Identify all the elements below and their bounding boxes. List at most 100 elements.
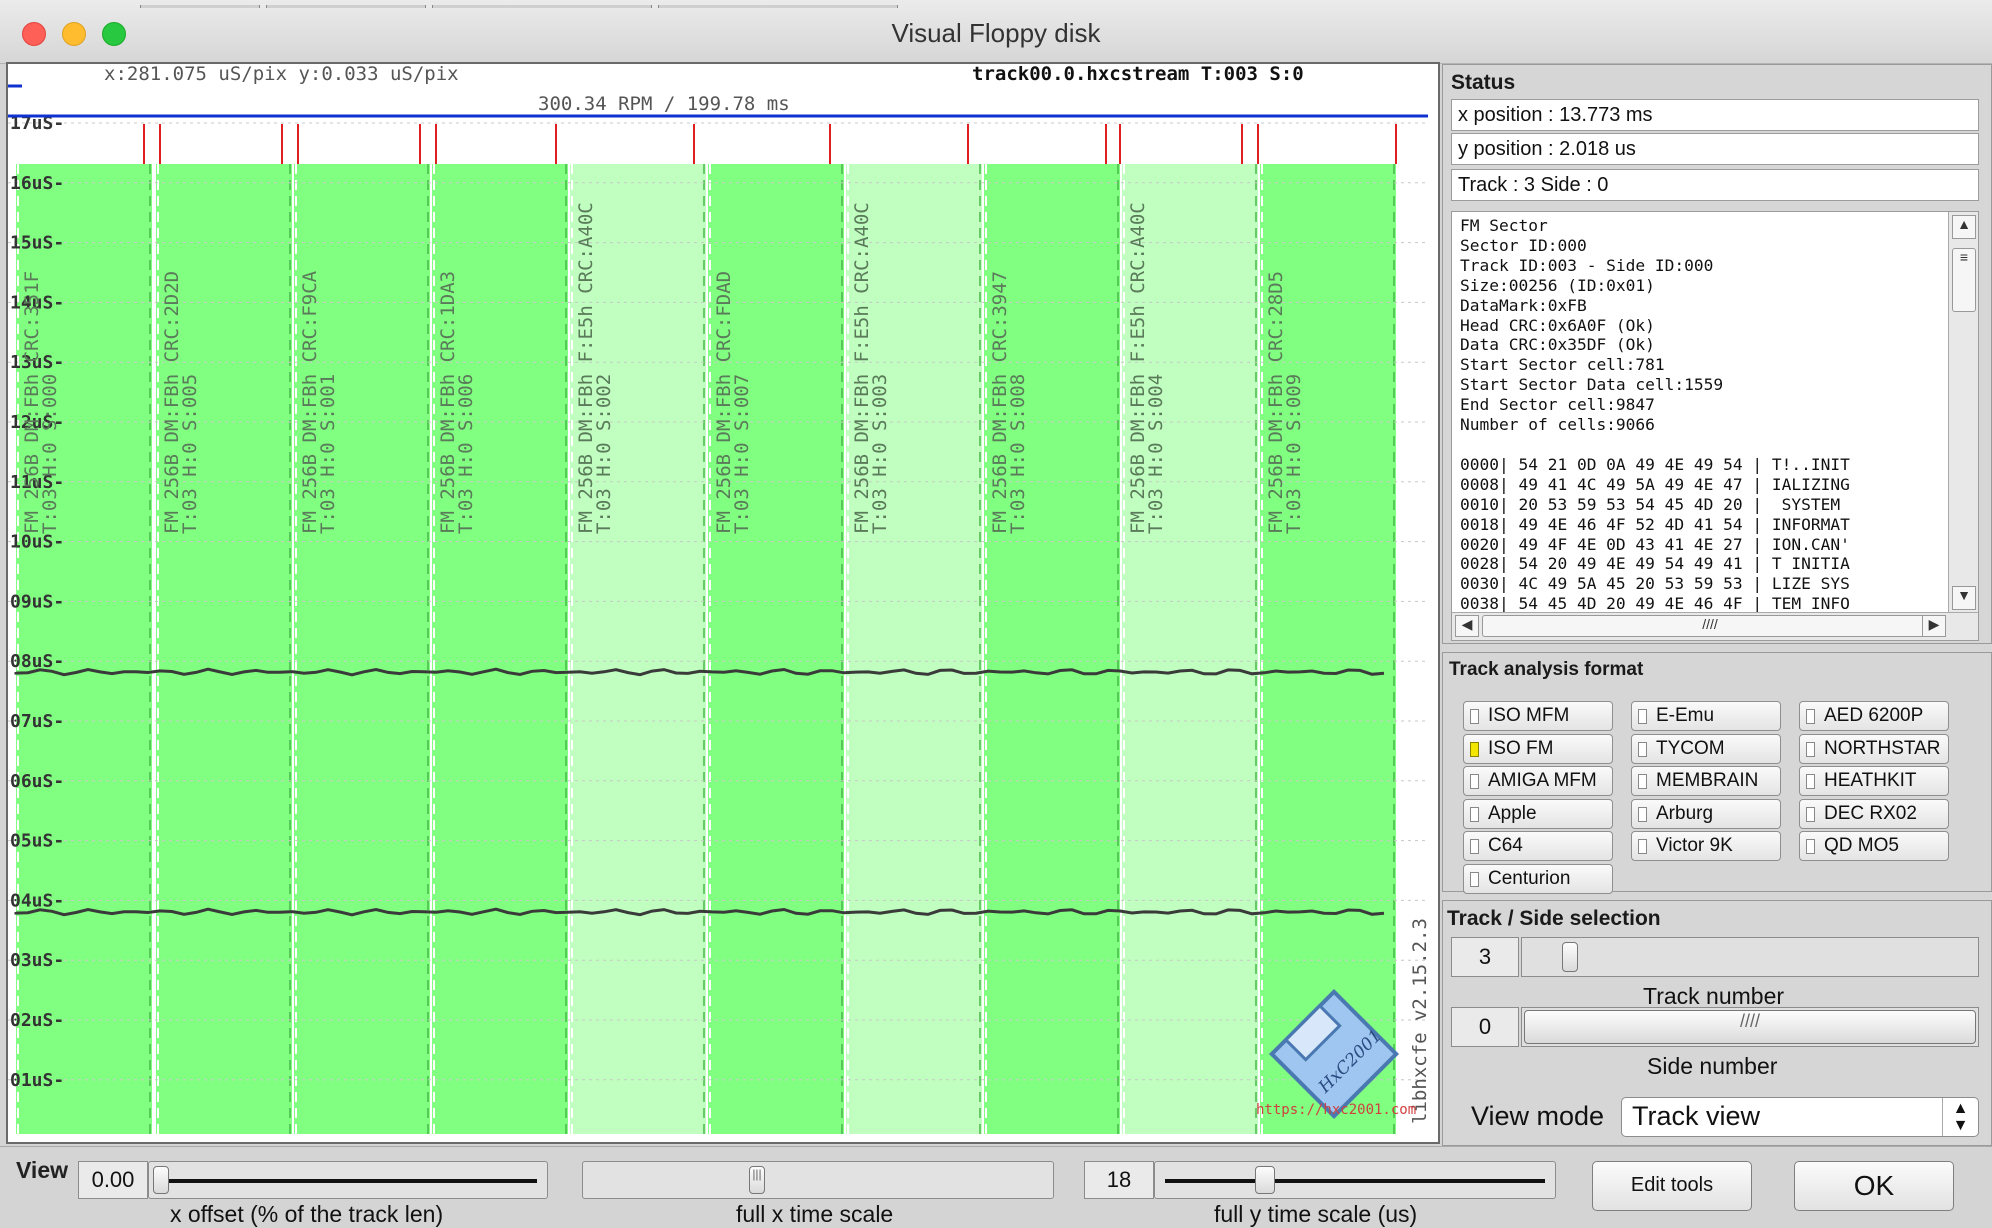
info-line: Size:00256 (ID:0x01) [1460,275,1655,295]
sector-label-line2: T:03 H:0 S:007 [731,374,753,534]
info-line: DataMark:0xFB [1460,295,1587,315]
x-offset-track [159,1179,537,1183]
y-scale-label: full y time scale (us) [1214,1201,1418,1227]
x-scale-slider[interactable]: ||| [582,1161,1054,1199]
format-option-label: MEMBRAIN [1656,770,1759,791]
side-slider-knob[interactable]: //// [1524,1010,1976,1044]
sector-label-line2: T:03 H:0 S:001 [317,374,339,534]
format-option-northstar[interactable]: NORTHSTAR [1799,733,1949,764]
info-line: Track ID:003 - Side ID:000 [1460,255,1714,275]
format-option-iso-mfm[interactable]: ISO MFM [1463,701,1613,731]
view-mode-label: View mode [1471,1101,1605,1131]
scroll-right-button[interactable]: ▶ [1922,615,1946,637]
track-analysis-group: Track analysis format ISO MFM E-Emu AED 62… [1442,652,1992,894]
track-number-slider[interactable] [1521,937,1979,977]
checkbox-indicator-icon [1806,741,1815,757]
scroll-thumb[interactable]: ≡ [1952,248,1976,312]
x-scale-knob[interactable]: ||| [749,1166,765,1194]
logo-url: https://hxc2001.com [1256,1102,1416,1118]
format-option-centurion[interactable]: Centurion [1463,863,1613,894]
format-option-label: Apple [1488,802,1537,824]
sector-info-box[interactable]: FM Sector Sector ID:000 Track ID:003 - Sid… [1451,211,1979,641]
x-offset-value[interactable]: 0.00 [78,1161,148,1199]
format-option-label: Victor 9K [1656,835,1733,856]
format-option-aed-6200p[interactable]: AED 6200P [1799,701,1949,731]
format-option-membrain[interactable]: MEMBRAIN [1631,766,1781,796]
info-horizontal-scrollbar[interactable]: ◀ //// ▶ [1452,612,1978,640]
app-window: Visual Floppy disk 17uS- 16uS- 15uS- 14uS- 1… [0,0,1992,1228]
side-number-slider[interactable]: //// [1521,1007,1979,1047]
version-label: libhxcfe v2.15.2.3 [1409,918,1431,1124]
track-side-group: Track / Side selection 3 Track number 0 … [1442,900,1992,1146]
x-position-field: x position : 13.773 ms [1451,99,1979,131]
analysis-title: Track analysis format [1449,659,1644,680]
status-title: Status [1451,71,1516,94]
checkbox-indicator-icon [1470,709,1479,724]
track-plot[interactable]: 17uS-16uS-15uS-14uS-13uS-12uS-11uS-10uS-… [8,64,1438,1142]
format-option-c64[interactable]: C64 [1463,831,1613,861]
info-line: 0010| 20 53 59 53 54 45 4D 20 | SYSTEM [1460,494,1850,514]
sector-label-line2: T:03 H:0 S:005 [179,374,201,534]
format-option-apple[interactable]: Apple [1463,798,1613,829]
scroll-down-button[interactable]: ▼ [1952,586,1976,610]
status-group: Status x position : 13.773 ms y position… [1442,64,1992,644]
checkbox-indicator-icon [1806,806,1815,822]
info-vertical-scrollbar[interactable]: ▲ ≡ ▼ [1948,212,1978,614]
info-line: FM Sector [1460,216,1548,235]
format-option-victor-9k[interactable]: Victor 9K [1631,831,1781,861]
info-line: 0020| 49 4F 4E 0D 43 41 4E 27 | ION.CAN' [1460,534,1850,554]
format-option-label: DEC RX02 [1824,802,1917,824]
checkbox-indicator-icon [1638,709,1647,724]
track-plot-area[interactable]: 17uS- 16uS- 15uS- 14uS- 13uS- 12uS- 11uS- 10uS-… [6,62,1440,1144]
rpm-readout: 300.34 RPM / 199.78 ms [538,93,790,115]
y-tick-label: 15uS- [10,233,64,254]
scroll-left-button[interactable]: ◀ [1455,615,1479,637]
scroll-up-button[interactable]: ▲ [1952,215,1976,239]
sector-label-line2: T:03 H:0 S:009 [1283,374,1305,534]
track-number-value[interactable]: 3 [1451,937,1519,977]
y-tick-label: 04uS- [10,890,64,911]
side-number-label: Side number [1647,1053,1778,1079]
window-title: Visual Floppy disk [891,18,1101,48]
info-line: End Sector cell:9847 [1460,395,1655,415]
format-option-heathkit[interactable]: HEATHKIT [1799,766,1949,796]
sector-label-line2: T:03 H:0 S:003 [869,374,891,534]
y-scale-slider[interactable] [1154,1161,1556,1199]
x-offset-slider[interactable] [148,1161,548,1199]
bottom-toolbar: View 0.00 x offset (% of the track len) … [0,1146,1992,1228]
format-option-dec-rx02[interactable]: DEC RX02 [1799,798,1949,829]
scroll-h-thumb[interactable]: //// [1482,615,1938,637]
checkbox-indicator-icon [1638,774,1647,789]
x-offset-label: x offset (% of the track len) [170,1201,444,1227]
ok-button[interactable]: OK [1794,1161,1954,1211]
y-scale-value[interactable]: 18 [1084,1161,1154,1199]
checkbox-indicator-icon [1638,839,1647,854]
format-option-iso-fm[interactable]: ISO FM [1463,733,1613,764]
format-option-amiga-mfm[interactable]: AMIGA MFM [1463,766,1613,796]
side-number-value[interactable]: 0 [1451,1007,1519,1047]
y-scale-knob[interactable] [1255,1166,1275,1194]
x-offset-knob[interactable] [153,1166,169,1194]
format-option-label: Arburg [1656,802,1714,824]
checkbox-indicator-icon [1806,839,1815,854]
y-tick-label: 03uS- [10,950,64,971]
view-label: View [16,1157,68,1183]
format-option-label: Centurion [1488,867,1571,889]
info-line: 0028| 54 20 49 4E 49 54 49 41 | T INITIA [1460,554,1850,574]
x-scale-label: full x time scale [736,1201,894,1227]
format-option-label: TYCOM [1656,737,1725,759]
track-slider-knob[interactable] [1562,942,1578,972]
y-tick-label: 07uS- [10,711,64,732]
right-panel: Status x position : 13.773 ms y position… [1442,64,1992,1146]
y-scale-track [1165,1179,1545,1183]
format-option-arburg[interactable]: Arburg [1631,798,1781,829]
format-option-qd-mo5[interactable]: QD MO5 [1799,831,1949,861]
format-option-tycom[interactable]: TYCOM [1631,733,1781,764]
checkbox-indicator-icon [1470,806,1479,822]
format-option-e-emu[interactable]: E-Emu [1631,701,1781,731]
info-line: Data CRC:0x35DF (Ok) [1460,335,1655,355]
info-line: 0030| 4C 49 5A 45 20 53 59 53 | LIZE SYS [1460,574,1850,594]
scale-readout: x:281.075 uS/pix y:0.033 uS/pix [104,64,459,85]
view-mode-select[interactable]: Track view ▲ ▼ [1621,1097,1979,1137]
edit-tools-button[interactable]: Edit tools [1592,1161,1752,1211]
